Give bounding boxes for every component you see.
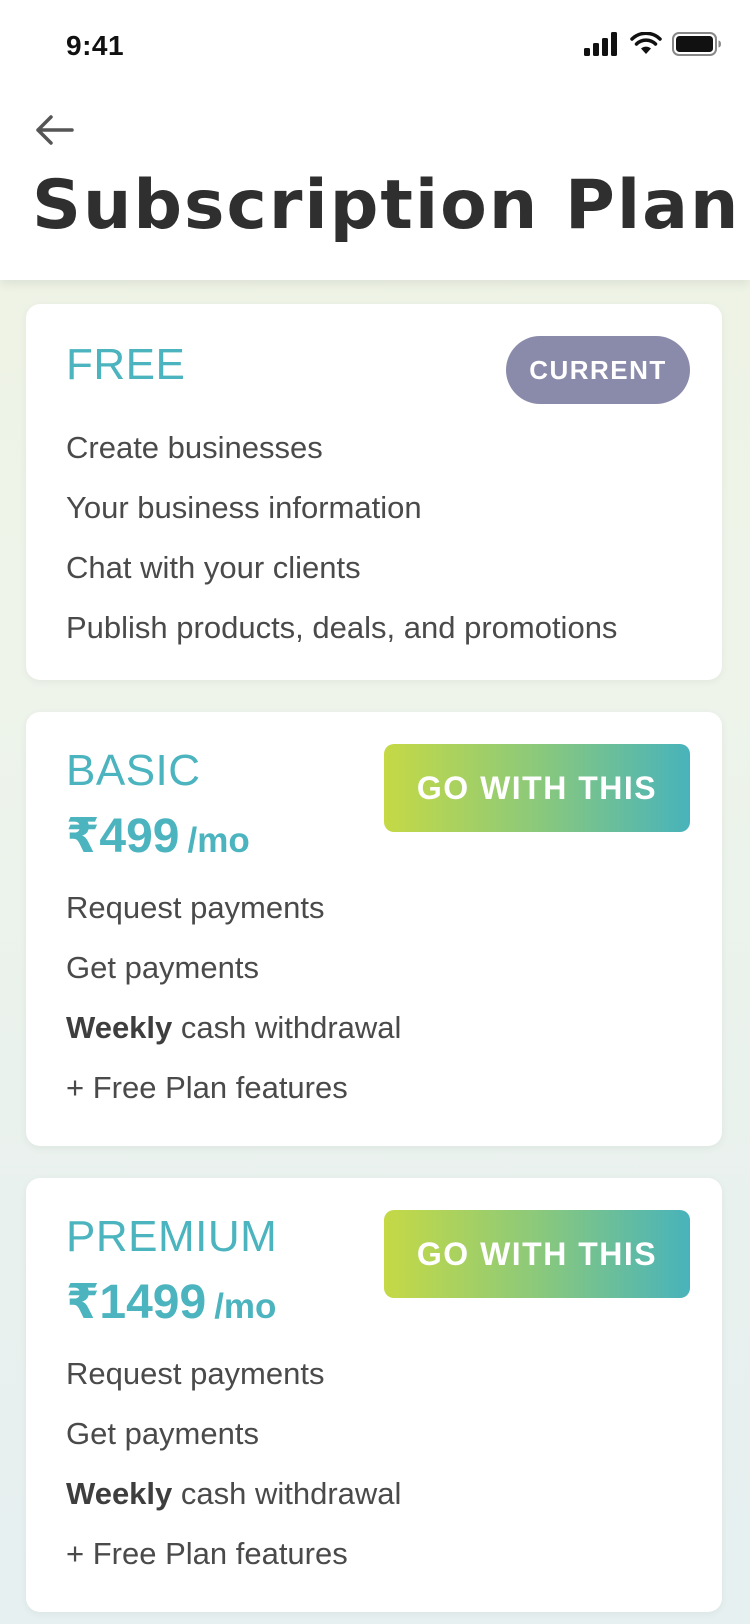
plan-card-basic: BASIC ₹499/mo GO WITH THIS Request payme…: [26, 712, 722, 1146]
current-plan-badge: CURRENT: [506, 336, 690, 404]
status-bar: 9:41: [0, 0, 750, 92]
feature-item: Weekly cash withdrawal: [66, 1010, 402, 1045]
feature-item: + Free Plan features: [66, 1536, 348, 1571]
status-time: 9:41: [66, 30, 125, 61]
price-unit: /mo: [187, 821, 250, 860]
feature-item: Get payments: [66, 1416, 259, 1451]
feature-item: Weekly cash withdrawal: [66, 1476, 402, 1511]
feature-list: Create businesses Your business informat…: [66, 418, 617, 658]
feature-item: Request payments: [66, 1356, 325, 1391]
plan-price: ₹499/mo: [66, 808, 250, 864]
signal-icon: [584, 32, 620, 61]
back-button[interactable]: [32, 110, 76, 154]
price-amount: ₹1499: [66, 1276, 207, 1329]
feature-list: Request payments Get payments Weekly cas…: [66, 878, 401, 1118]
price-unit: /mo: [214, 1287, 277, 1326]
feature-list: Request payments Get payments Weekly cas…: [66, 1344, 401, 1584]
header: 9:41 Subscription Plan: [0, 0, 750, 280]
feature-item: Create businesses: [66, 430, 323, 465]
feature-item: + Free Plan features: [66, 1070, 348, 1105]
go-with-this-button[interactable]: GO WITH THIS: [384, 1210, 690, 1298]
feature-item: Request payments: [66, 890, 325, 925]
arrow-left-icon: [34, 114, 74, 151]
feature-item: Chat with your clients: [66, 550, 361, 585]
plan-name: FREE: [66, 340, 186, 389]
price-amount: ₹499: [66, 810, 180, 863]
wifi-icon: [630, 31, 662, 61]
battery-icon: [672, 32, 722, 61]
plan-price: ₹1499/mo: [66, 1274, 276, 1330]
plan-name: PREMIUM: [66, 1212, 278, 1261]
plan-name: BASIC: [66, 746, 201, 795]
plan-card-free: FREE CURRENT Create businesses Your busi…: [26, 304, 722, 680]
feature-item: Get payments: [66, 950, 259, 985]
plan-card-premium: PREMIUM ₹1499/mo GO WITH THIS Request pa…: [26, 1178, 722, 1612]
feature-item: Publish products, deals, and promotions: [66, 610, 618, 645]
go-with-this-button[interactable]: GO WITH THIS: [384, 744, 690, 832]
feature-item: Your business information: [66, 490, 422, 525]
status-icons: [584, 31, 722, 61]
page-title: Subscription Plan: [32, 166, 741, 245]
